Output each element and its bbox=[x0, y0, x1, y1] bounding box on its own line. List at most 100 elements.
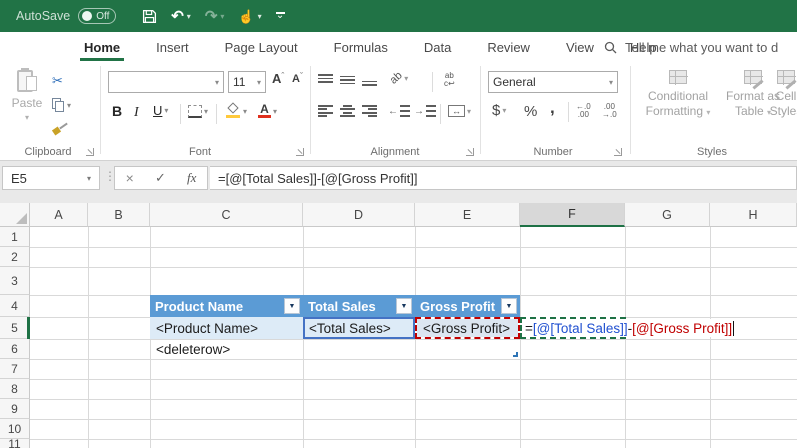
cs-label-line2: Styles bbox=[769, 104, 797, 118]
row-header-6[interactable]: 6 bbox=[0, 339, 30, 359]
align-center-button[interactable] bbox=[340, 105, 355, 117]
column-header-d[interactable]: D bbox=[303, 203, 415, 227]
row-header-2[interactable]: 2 bbox=[0, 247, 30, 267]
italic-button[interactable]: I bbox=[134, 103, 139, 121]
formula-ref-total-sales: [@[Total Sales]] bbox=[532, 320, 628, 336]
merge-center-button[interactable]: ↔ ▾ bbox=[448, 105, 471, 117]
redo-button[interactable]: ↷ ▾ bbox=[205, 9, 225, 24]
select-all-button[interactable] bbox=[0, 203, 30, 227]
undo-caret-icon[interactable]: ▾ bbox=[187, 12, 191, 21]
cut-button[interactable]: ✂ bbox=[52, 72, 63, 90]
fill-caret-icon[interactable]: ▾ bbox=[243, 107, 247, 116]
middle-align-button[interactable] bbox=[340, 74, 355, 86]
conditional-formatting-button[interactable]: Conditional Formatting ▾ bbox=[636, 70, 720, 120]
row-header-7[interactable]: 7 bbox=[0, 359, 30, 379]
wrap-text-button[interactable]: ab c↩ bbox=[444, 72, 455, 88]
font-color-caret-icon[interactable]: ▾ bbox=[273, 107, 277, 116]
tab-view[interactable]: View bbox=[548, 32, 612, 62]
clipboard-dialog-launcher[interactable] bbox=[86, 148, 94, 156]
underline-button[interactable]: U ▾ bbox=[153, 103, 168, 118]
increase-indent-button[interactable]: → bbox=[414, 105, 436, 117]
tab-review[interactable]: Review bbox=[469, 32, 548, 62]
column-header-e[interactable]: E bbox=[415, 203, 520, 227]
undo-button[interactable]: ↶ ▾ bbox=[171, 9, 191, 24]
column-header-g[interactable]: G bbox=[625, 203, 710, 227]
filter-button-product-name[interactable]: ▼ bbox=[284, 298, 300, 314]
percent-button[interactable]: % bbox=[524, 103, 537, 121]
bold-button[interactable]: B bbox=[112, 103, 122, 121]
name-box-caret-icon[interactable]: ▾ bbox=[87, 174, 91, 183]
comma-button[interactable]: , bbox=[550, 98, 555, 118]
save-button[interactable] bbox=[142, 9, 157, 24]
top-align-button[interactable] bbox=[318, 74, 333, 86]
borders-button[interactable]: ▾ bbox=[188, 105, 208, 118]
comma-icon: , bbox=[550, 98, 555, 117]
cell-d5-referenced[interactable]: <Total Sales> bbox=[303, 317, 415, 339]
font-size-select[interactable]: 11 ▾ bbox=[228, 71, 266, 93]
table-resize-handle[interactable] bbox=[513, 352, 518, 357]
tab-home[interactable]: Home bbox=[66, 32, 138, 62]
font-dialog-launcher[interactable] bbox=[296, 148, 304, 156]
increase-decimal-button[interactable]: ←.0 .00 bbox=[576, 103, 591, 119]
touch-mouse-mode-button[interactable]: ☝ ▾ bbox=[238, 10, 261, 23]
decrease-font-size-button[interactable]: A ˇ bbox=[292, 72, 303, 86]
number-format-select[interactable]: General ▾ bbox=[488, 71, 618, 93]
row-header-3[interactable]: 3 bbox=[0, 267, 30, 295]
currency-caret-icon[interactable]: ▾ bbox=[502, 106, 506, 115]
column-header-b[interactable]: B bbox=[88, 203, 150, 227]
font-color-button[interactable]: A ▾ bbox=[258, 103, 277, 118]
align-left-button[interactable] bbox=[318, 105, 333, 117]
cell-e5-referenced[interactable]: <Gross Profit> bbox=[415, 317, 520, 339]
separator bbox=[180, 104, 181, 124]
row-header-11[interactable]: 11 bbox=[0, 437, 30, 448]
font-name-select[interactable]: ▾ bbox=[108, 71, 224, 93]
cell-c5[interactable]: <Product Name> bbox=[150, 317, 303, 339]
cell-styles-button[interactable]: Cell Styles bbox=[760, 70, 797, 119]
cancel-button[interactable]: × bbox=[126, 170, 134, 186]
tab-page-layout[interactable]: Page Layout bbox=[207, 32, 316, 62]
decrease-decimal-button[interactable]: .00 →.0 bbox=[602, 103, 617, 119]
bottom-align-button[interactable] bbox=[362, 74, 377, 86]
copy-caret-icon[interactable]: ▾ bbox=[67, 101, 71, 110]
filter-arrow-icon: ▼ bbox=[400, 302, 408, 310]
currency-button[interactable]: $ ▾ bbox=[492, 102, 506, 119]
underline-caret-icon[interactable]: ▾ bbox=[164, 106, 168, 115]
column-header-a[interactable]: A bbox=[30, 203, 88, 227]
filter-button-total-sales[interactable]: ▼ bbox=[396, 298, 412, 314]
tell-me-search[interactable]: Tell me what you want to d bbox=[604, 32, 797, 62]
paste-button[interactable]: Paste ▾ bbox=[8, 68, 46, 122]
filter-button-gross-profit[interactable]: ▼ bbox=[501, 298, 517, 314]
customize-qat-button[interactable]: ⌄ bbox=[275, 10, 285, 20]
column-header-c[interactable]: C bbox=[150, 203, 303, 227]
tab-formulas[interactable]: Formulas bbox=[316, 32, 406, 62]
formula-input[interactable]: =[@[Total Sales]]-[@[Gross Profit]] bbox=[210, 166, 797, 190]
borders-caret-icon[interactable]: ▾ bbox=[204, 107, 208, 116]
column-header-f[interactable]: F bbox=[520, 203, 625, 227]
grow-caret-icon: ˆ bbox=[281, 71, 285, 81]
row-header-4[interactable]: 4 bbox=[0, 295, 30, 317]
fill-color-button[interactable]: ▾ bbox=[226, 102, 247, 118]
insert-function-button[interactable]: fx bbox=[187, 170, 196, 186]
row-header-9[interactable]: 9 bbox=[0, 399, 30, 419]
number-dialog-launcher[interactable] bbox=[614, 148, 622, 156]
cell-f5-formula-edit[interactable]: = [@[Total Sales]] - [@[Gross Profit]] bbox=[523, 319, 737, 337]
alignment-dialog-launcher[interactable] bbox=[466, 148, 474, 156]
increase-font-size-button[interactable]: A ˆ bbox=[272, 72, 284, 86]
tab-insert[interactable]: Insert bbox=[138, 32, 207, 62]
ribbon: Paste ▾ ✂ ▾ Clipboard ▾ 11 ▾ A ˆ A ˇ B I… bbox=[0, 62, 797, 161]
autosave-toggle[interactable]: Off bbox=[78, 8, 117, 24]
orientation-button[interactable]: ab ▾ bbox=[388, 69, 409, 86]
column-header-h[interactable]: H bbox=[710, 203, 797, 227]
row-header-8[interactable]: 8 bbox=[0, 379, 30, 399]
cell-c6[interactable]: <deleterow> bbox=[150, 339, 303, 359]
row-header-5[interactable]: 5 bbox=[0, 317, 30, 339]
row-header-1[interactable]: 1 bbox=[0, 227, 30, 247]
name-box[interactable]: E5 ▾ bbox=[2, 166, 100, 190]
merge-caret-icon[interactable]: ▾ bbox=[467, 107, 471, 116]
enter-button[interactable]: ✓ bbox=[155, 170, 166, 186]
copy-button[interactable]: ▾ bbox=[52, 98, 71, 112]
tab-data[interactable]: Data bbox=[406, 32, 469, 62]
align-right-button[interactable] bbox=[362, 105, 377, 117]
decrease-indent-button[interactable]: ← bbox=[388, 105, 410, 117]
touch-caret-icon[interactable]: ▾ bbox=[258, 12, 262, 21]
